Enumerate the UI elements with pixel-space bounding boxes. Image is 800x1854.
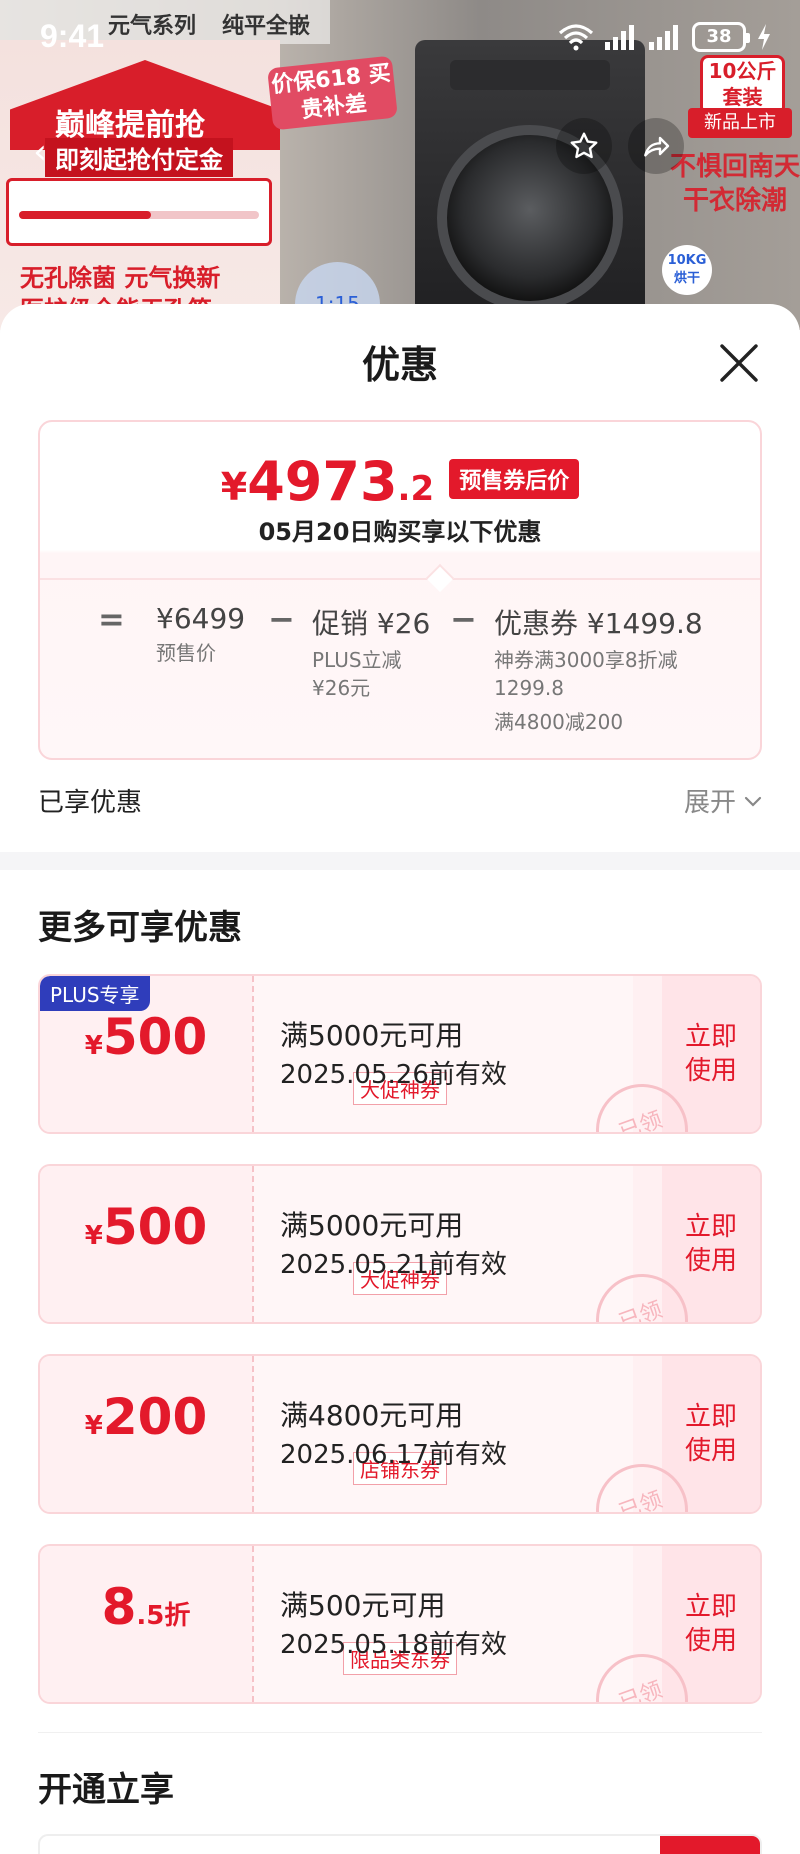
coupon-card: ¥500 大促神券 满5000元可用 2025.05.21前有效 已领 立即 使用 xyxy=(38,1164,762,1324)
coupon-amount: ¥200 xyxy=(84,1388,208,1446)
equals-sign: = xyxy=(98,600,125,638)
charging-icon xyxy=(758,24,770,50)
coupon-validity: 2025.05.18前有效 xyxy=(280,1630,507,1660)
discount-sheet: 优惠 ¥4973.2 预售券后价 05月20日购买享以下优惠 = ¥6499 预… xyxy=(0,304,800,1854)
membership-card[interactable] xyxy=(38,1834,762,1854)
promo-house-subtitle: 即刻起抢付定金 xyxy=(45,138,233,177)
status-time: 9:41 xyxy=(40,18,105,54)
back-button[interactable]: ‹ xyxy=(14,126,66,178)
favorite-button[interactable] xyxy=(556,118,612,174)
more-discounts-title: 更多可享优惠 xyxy=(38,908,242,948)
membership-section-title: 开通立享 xyxy=(38,1770,174,1810)
final-price: ¥4973.2 预售券后价 xyxy=(40,450,760,513)
chevron-down-icon xyxy=(744,796,762,807)
use-now-button[interactable]: 立即 使用 xyxy=(676,1590,746,1658)
divider xyxy=(38,1732,762,1733)
presale-price: ¥6499 预售价 xyxy=(156,602,246,665)
coupon-amount: 8.5折 xyxy=(101,1578,191,1636)
coupon-condition: 满500元可用 xyxy=(280,1589,446,1622)
wifi-icon xyxy=(558,24,594,51)
battery-icon: 38 xyxy=(692,22,750,52)
new-product-tag: 新品上市 xyxy=(688,108,792,138)
back-arrow-icon: ‹ xyxy=(33,132,47,172)
coupon-validity: 2025.06.17前有效 xyxy=(280,1440,507,1470)
plus-exclusive-badge: PLUS专享 xyxy=(40,976,150,1011)
coupon-discount: 优惠券 ¥1499.8 神券满3000享8折减 1299.8 满4800减200 xyxy=(494,607,703,734)
presale-steps xyxy=(6,178,272,246)
section-divider xyxy=(0,852,800,870)
share-icon xyxy=(644,136,670,157)
use-now-button[interactable]: 立即 使用 xyxy=(676,1210,746,1278)
use-now-button[interactable]: 立即 使用 xyxy=(676,1020,746,1088)
washer-product-photo xyxy=(415,40,645,330)
expand-label: 展开 xyxy=(683,788,736,818)
signal-icon xyxy=(649,25,678,50)
minus-sign: − xyxy=(450,600,477,638)
coupon-validity: 2025.05.26前有效 xyxy=(280,1060,507,1090)
price-summary-card: ¥4973.2 预售券后价 05月20日购买享以下优惠 = ¥6499 预售价 … xyxy=(38,420,762,760)
sheet-title: 优惠 xyxy=(361,343,438,387)
use-now-button[interactable]: 立即 使用 xyxy=(676,1400,746,1468)
coupon-amount: ¥500 xyxy=(84,1198,208,1256)
drying-slogan: 不惧回南天 干衣除潮 xyxy=(670,152,800,216)
coupon-card: PLUS专享 ¥500 大促神券 满5000元可用 2025.05.26前有效 … xyxy=(38,974,762,1134)
price-type-badge: 预售券后价 xyxy=(449,459,580,499)
status-bar: 9:41 38 xyxy=(0,0,800,78)
favorite-star-icon xyxy=(570,132,598,159)
coupon-condition: 满5000元可用 xyxy=(280,1209,464,1242)
coupon-card: 8.5折 限品类东券 满500元可用 2025.05.18前有效 已领 立即 使用 xyxy=(38,1544,762,1704)
promo-line-1: 无孔除菌 元气换新 xyxy=(20,264,221,292)
coupon-condition: 满5000元可用 xyxy=(280,1019,464,1052)
promo-discount: 促销 ¥26 PLUS立减 ¥26元 xyxy=(312,607,431,700)
coupon-amount: ¥500 xyxy=(84,1008,208,1066)
battery-level: 38 xyxy=(706,26,732,47)
purchase-date-note: 05月20日购买享以下优惠 xyxy=(258,518,542,546)
signal-icon xyxy=(605,25,634,50)
minus-sign: − xyxy=(268,600,295,638)
share-button[interactable] xyxy=(628,118,684,174)
expand-button[interactable]: 展开 xyxy=(684,782,764,819)
coupon-card: ¥200 店铺东券 满4800元可用 2025.06.17前有效 已领 立即 使用 xyxy=(38,1354,762,1514)
coupon-validity: 2025.05.21前有效 xyxy=(280,1250,507,1280)
enjoyed-discounts-label: 已享优惠 xyxy=(38,788,143,818)
dryer-kg-badge: 10KG 烘干 xyxy=(662,245,712,295)
coupon-condition: 满4800元可用 xyxy=(280,1399,464,1432)
close-icon[interactable] xyxy=(716,340,762,386)
